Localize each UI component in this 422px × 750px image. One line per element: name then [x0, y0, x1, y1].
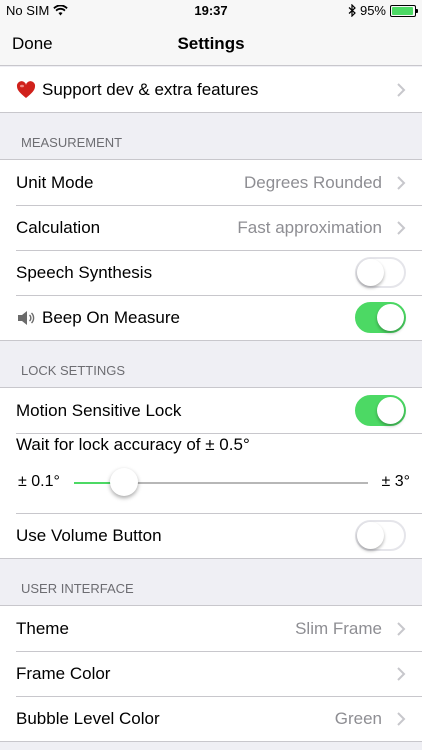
chevron-right-icon: [397, 220, 406, 235]
chevron-right-icon: [397, 175, 406, 190]
calculation-row[interactable]: Calculation Fast approximation: [0, 205, 422, 250]
heart-icon: [16, 80, 36, 98]
support-label: Support dev & extra features: [42, 79, 259, 99]
switch-knob: [377, 397, 404, 424]
bluetooth-icon: [348, 4, 356, 17]
chevron-right-icon: [397, 621, 406, 636]
switch-knob: [357, 522, 384, 549]
unit-mode-value: Degrees Rounded: [244, 172, 382, 192]
speech-synthesis-switch[interactable]: [355, 257, 406, 288]
motion-lock-row: Motion Sensitive Lock: [0, 388, 422, 433]
status-right: 95%: [348, 3, 418, 18]
battery-percent: 95%: [359, 3, 386, 18]
lock-accuracy-label: Wait for lock accuracy of ± 0.5°: [16, 435, 250, 454]
section-header-measurement: MEASUREMENT: [21, 135, 123, 150]
theme-row[interactable]: Theme Slim Frame: [0, 606, 422, 651]
user-interface-group: Theme Slim Frame Frame Color Bubble Leve…: [0, 605, 422, 742]
unit-mode-row[interactable]: Unit Mode Degrees Rounded: [0, 160, 422, 205]
section-header-lock-settings: LOCK SETTINGS: [21, 363, 126, 378]
speech-synthesis-row: Speech Synthesis: [0, 250, 422, 295]
lock-accuracy-slider-thumb[interactable]: [109, 468, 138, 496]
lock-accuracy-min-label: ± 0.1°: [18, 473, 60, 490]
chevron-right-icon: [397, 666, 406, 681]
theme-value: Slim Frame: [295, 618, 382, 638]
page-title: Settings: [177, 34, 245, 53]
speaker-icon: [18, 310, 35, 325]
frame-color-row[interactable]: Frame Color: [0, 651, 422, 696]
chevron-right-icon: [397, 82, 406, 97]
beep-on-measure-row: Beep On Measure: [0, 295, 422, 340]
unit-mode-label: Unit Mode: [16, 172, 94, 192]
switch-knob: [377, 304, 404, 331]
lock-accuracy-row: Wait for lock accuracy of ± 0.5° ± 0.1° …: [0, 433, 422, 513]
bubble-level-color-row[interactable]: Bubble Level Color Green: [0, 696, 422, 741]
speech-synthesis-label: Speech Synthesis: [16, 262, 153, 282]
measurement-group: Unit Mode Degrees Rounded Calculation Fa…: [0, 159, 422, 341]
volume-button-row: Use Volume Button: [0, 513, 422, 558]
battery-icon: [390, 4, 418, 17]
support-group: Support dev & extra features: [0, 67, 422, 113]
lock-accuracy-max-label: ± 3°: [381, 473, 410, 490]
beep-on-measure-label: Beep On Measure: [42, 307, 180, 327]
theme-label: Theme: [16, 618, 69, 638]
status-bar: No SIM 19:37 95%: [0, 0, 422, 22]
bubble-level-color-label: Bubble Level Color: [16, 708, 160, 728]
calculation-label: Calculation: [16, 217, 101, 237]
calculation-value: Fast approximation: [237, 217, 382, 237]
volume-button-label: Use Volume Button: [16, 525, 162, 545]
bubble-level-color-value: Green: [334, 708, 382, 728]
motion-lock-switch[interactable]: [355, 395, 406, 426]
chevron-right-icon: [397, 711, 406, 726]
section-header-user-interface: USER INTERFACE: [21, 581, 134, 596]
navigation-bar: Done Settings: [0, 22, 422, 66]
frame-color-label: Frame Color: [16, 663, 111, 683]
settings-list: Support dev & extra features MEASUREMENT…: [0, 67, 422, 742]
beep-on-measure-switch[interactable]: [355, 302, 406, 333]
volume-button-switch[interactable]: [355, 520, 406, 551]
switch-knob: [357, 259, 384, 286]
support-row[interactable]: Support dev & extra features: [0, 67, 422, 112]
lock-settings-group: Motion Sensitive Lock Wait for lock accu…: [0, 387, 422, 559]
motion-lock-label: Motion Sensitive Lock: [16, 400, 182, 420]
battery-fill: [392, 6, 413, 15]
